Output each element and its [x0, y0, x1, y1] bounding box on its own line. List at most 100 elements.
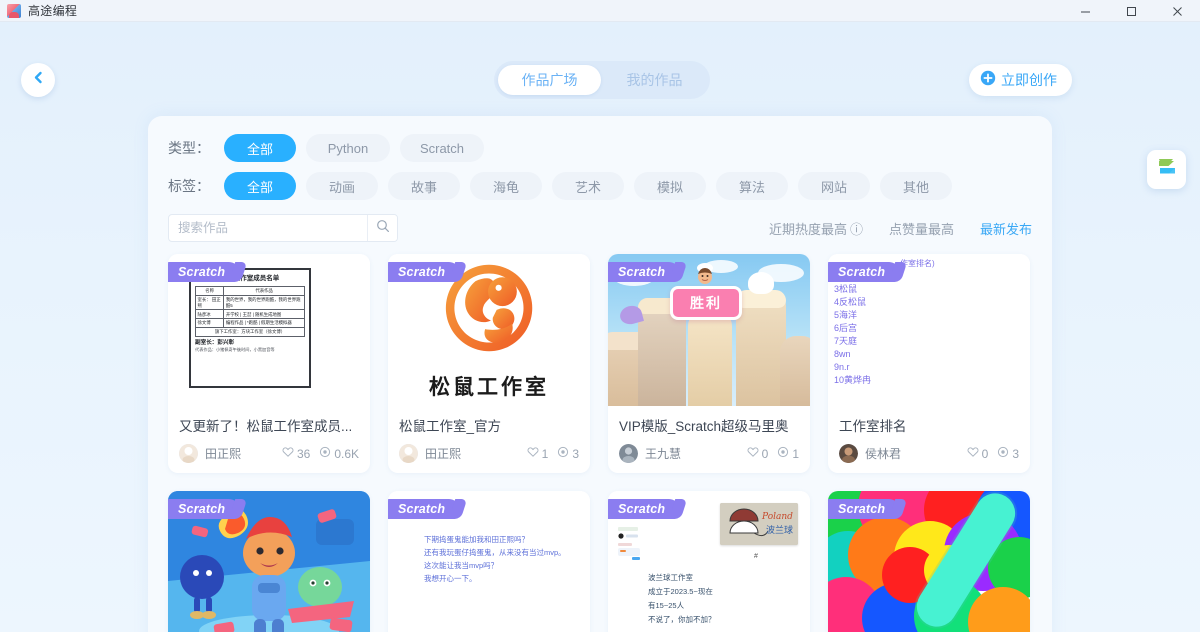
- work-title: 又更新了！松鼠工作室成员...: [179, 419, 353, 434]
- works-grid: Scratch 松鼠工作室成员名单 名称 代表作品 室长： 田正熙 我的世界，我…: [168, 254, 1032, 632]
- thumb-note-text: 下期捣蛋鬼能加我和田正熙吗？ 还有我玩蛋仔捣蛋鬼，从来没有当过mvp。 这次能让…: [424, 535, 566, 584]
- work-thumbnail: Scratch 松鼠工作室成员名单 名称 代表作品 室长： 田正熙 我的世界，我…: [168, 254, 370, 406]
- thumb-td-name-1: 陆彦冰: [194, 309, 225, 320]
- app-icon: [7, 3, 21, 18]
- work-thumbnail: Scratch: [168, 491, 370, 632]
- heart-icon: [967, 446, 979, 461]
- maximize-button[interactable]: [1108, 0, 1154, 22]
- back-button[interactable]: [21, 63, 55, 97]
- work-card[interactable]: Scratch 松鼠工作室 松鼠工作室_官方 田正熙 1 3: [388, 254, 590, 473]
- window-title: 高途编程: [28, 4, 78, 18]
- work-card[interactable]: Scratch: [828, 491, 1030, 632]
- work-meta: 又更新了！松鼠工作室成员... 田正熙 36 0.6K: [168, 406, 370, 473]
- close-button[interactable]: [1154, 0, 1200, 22]
- work-card[interactable]: Scratch: [608, 254, 810, 473]
- eye-icon: [777, 446, 789, 461]
- work-thumbnail: Scratch 松鼠工作室: [388, 254, 590, 406]
- filter-row-type: 类型： 全部 Python Scratch: [168, 134, 1032, 162]
- search-button[interactable]: [367, 215, 397, 241]
- work-title: VIP模版_Scratch超级马里奥: [619, 419, 789, 434]
- type-badge: Scratch: [168, 499, 240, 519]
- tab-my-works[interactable]: 我的作品: [603, 65, 706, 95]
- avatar: [619, 444, 638, 463]
- type-badge: Scratch: [388, 499, 460, 519]
- work-card[interactable]: Scratch: [608, 491, 810, 632]
- work-stats: 0 1: [747, 446, 799, 461]
- scratch-side-widget[interactable]: [1147, 150, 1186, 189]
- work-meta: 工作室排名 侯林君 0 3: [828, 406, 1030, 473]
- work-card[interactable]: Scratch: [168, 491, 370, 632]
- tag-chip-all[interactable]: 全部: [224, 172, 296, 200]
- heart-icon: [527, 446, 539, 461]
- view-count: 3: [1012, 446, 1019, 461]
- sort-newest[interactable]: 最新发布: [980, 219, 1032, 238]
- view-count: 3: [572, 446, 579, 461]
- thumb-td-name-0: 室长： 田正熙: [194, 294, 225, 311]
- type-chip-all[interactable]: 全部: [224, 134, 296, 162]
- tag-chip-art[interactable]: 艺术: [552, 172, 624, 200]
- create-button-label: 立即创作: [1001, 72, 1057, 88]
- work-card[interactable]: Scratch 松鼠工作室成员名单 名称 代表作品 室长： 田正熙 我的世界，我…: [168, 254, 370, 473]
- heart-icon: [747, 446, 759, 461]
- thumb-poland-photo: Poland 波兰球: [720, 503, 798, 545]
- tag-chip-group: 全部 动画 故事 海龟 艺术 模拟 算法 网站 其他: [224, 172, 952, 200]
- chef-character-icon: [697, 263, 713, 284]
- like-stat: 36: [282, 446, 310, 461]
- tag-chip-algorithm[interactable]: 算法: [716, 172, 788, 200]
- tag-chip-other[interactable]: 其他: [880, 172, 952, 200]
- view-tabs: 作品广场 我的作品: [494, 61, 710, 99]
- view-stat: 0.6K: [319, 446, 359, 461]
- work-card[interactable]: Scratch 下期捣蛋鬼能加我和田正熙吗？ 还有我玩蛋仔捣蛋鬼，从来没有当过m…: [388, 491, 590, 632]
- tag-chip-animation[interactable]: 动画: [306, 172, 378, 200]
- info-icon[interactable]: ⓘ: [850, 219, 863, 238]
- view-stat: 3: [557, 446, 579, 461]
- minimize-button[interactable]: [1062, 0, 1108, 22]
- tag-chip-simulation[interactable]: 模拟: [634, 172, 706, 200]
- view-count: 0.6K: [334, 446, 359, 461]
- work-meta: 松鼠工作室_官方 田正熙 1 3: [388, 406, 590, 473]
- create-button[interactable]: 立即创作: [969, 64, 1072, 96]
- search-input[interactable]: [169, 215, 367, 241]
- work-card[interactable]: Scratch 作室排名) 2 3松鼠 4反松鼠 5海洋 6后宫 7天庭 8wn…: [828, 254, 1030, 473]
- thumb-td-subrow: 旗下工作室：方块工作室（徐文博）: [195, 327, 305, 337]
- like-stat: 1: [527, 446, 548, 461]
- work-thumbnail: Scratch 作室排名) 2 3松鼠 4反松鼠 5海洋 6后宫 7天庭 8wn…: [828, 254, 1030, 406]
- svg-text:Poland: Poland: [761, 512, 793, 522]
- filter-row-tag: 标签： 全部 动画 故事 海龟 艺术 模拟 算法 网站 其他: [168, 172, 1032, 200]
- type-badge: Scratch: [168, 262, 240, 282]
- victory-sign: 胜利: [670, 286, 742, 320]
- work-author[interactable]: 田正熙: [425, 445, 461, 462]
- tag-chip-turtle[interactable]: 海龟: [470, 172, 542, 200]
- work-title: 工作室排名: [839, 419, 907, 434]
- like-count: 36: [296, 446, 311, 461]
- eye-icon: [997, 446, 1009, 461]
- sort-hot-label: 近期热度最高: [768, 221, 847, 237]
- window-controls: [1062, 0, 1200, 22]
- eye-icon: [557, 446, 569, 461]
- search-icon: [376, 219, 390, 238]
- tab-plaza[interactable]: 作品广场: [498, 65, 601, 95]
- avatar: [179, 444, 198, 463]
- search-box: [168, 214, 398, 242]
- tag-chip-website[interactable]: 网站: [798, 172, 870, 200]
- work-stats: 1 3: [527, 446, 579, 461]
- sort-likes[interactable]: 点赞量最高: [889, 219, 954, 238]
- thumb-member-table: 松鼠工作室成员名单 名称 代表作品 室长： 田正熙 我的世界，我的世界跑酷，我的…: [189, 268, 311, 388]
- sort-hot[interactable]: 近期热度最高 ⓘ: [769, 219, 863, 238]
- work-author[interactable]: 王九慧: [645, 445, 681, 462]
- filter-label-tag: 标签：: [168, 178, 210, 194]
- work-thumbnail: Scratch 下期捣蛋鬼能加我和田正熙吗？ 还有我玩蛋仔捣蛋鬼，从来没有当过m…: [388, 491, 590, 632]
- work-thumbnail: Scratch: [608, 491, 810, 632]
- type-badge: Scratch: [388, 262, 460, 282]
- type-chip-scratch[interactable]: Scratch: [400, 134, 484, 162]
- work-author[interactable]: 田正熙: [205, 445, 241, 462]
- view-count: 1: [792, 446, 799, 461]
- view-stat: 3: [997, 446, 1019, 461]
- work-thumbnail: Scratch: [828, 491, 1030, 632]
- search-sort-row: 近期热度最高 ⓘ 点赞量最高 最新发布: [168, 214, 1032, 242]
- like-count: 0: [981, 446, 989, 461]
- work-author[interactable]: 侯林君: [865, 445, 901, 462]
- tag-chip-story[interactable]: 故事: [388, 172, 460, 200]
- thumb-td-works-2: 编程作品 | *跑酷 | 假期生活模拟器: [223, 318, 305, 329]
- type-chip-python[interactable]: Python: [306, 134, 390, 162]
